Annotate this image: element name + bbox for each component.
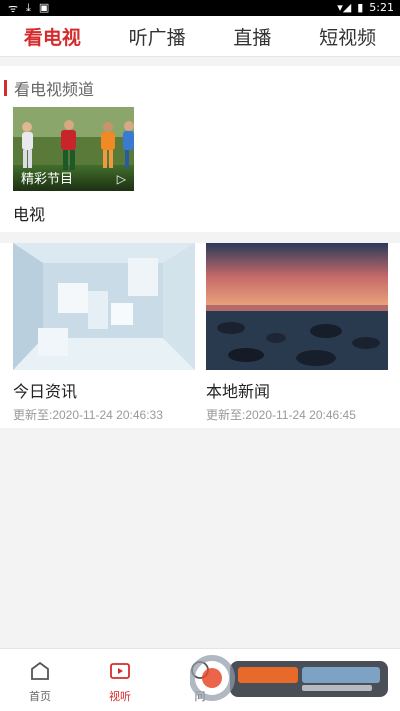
battery-icon: ▮ [357, 1, 364, 14]
status-bar: ᯤ ⤓ ▣ ▾◢ ▮ 5:21 [0, 0, 400, 16]
news-image-local[interactable] [206, 243, 388, 370]
play-icon[interactable]: ▷ [117, 172, 126, 186]
news-updated-time: 更新至:2020-11-24 20:46:45 [206, 408, 356, 422]
site-watermark-logo [190, 655, 388, 701]
wifi-notification-icon: ᯤ [8, 2, 19, 15]
download-icon: ⤓ [26, 1, 31, 14]
channels-section: 看电视频道 精彩节目 ▷ 电视 [0, 66, 400, 232]
news-title: 本地新闻 [206, 382, 271, 401]
news-card-today[interactable]: 今日资讯 更新至:2020-11-24 20:46:33 [13, 243, 195, 423]
section-title: 看电视频道 [14, 80, 95, 99]
nav-home[interactable]: 首页 [0, 649, 80, 704]
section-accent-bar [4, 80, 7, 96]
news-section: 今日资讯 更新至:2020-11-24 20:46:33 本地新闻 更新至:20… [0, 243, 400, 428]
tab-radio[interactable]: 听广播 [123, 23, 192, 50]
news-image-today[interactable] [13, 243, 195, 370]
sunset-coast-image [206, 243, 388, 370]
channel-name: 电视 [13, 205, 46, 224]
news-updated-time: 更新至:2020-11-24 20:46:33 [13, 408, 163, 422]
nav-av-label: 视听 [109, 690, 131, 703]
section-header: 看电视频道 [4, 76, 94, 100]
news-card-local[interactable]: 本地新闻 更新至:2020-11-24 20:46:45 [206, 243, 388, 423]
thumbnail-caption: 精彩节目 [21, 172, 74, 187]
home-icon [31, 661, 49, 680]
channel-thumbnail[interactable]: 精彩节目 ▷ [13, 107, 134, 191]
channel-card-tv[interactable]: 精彩节目 ▷ 电视 [13, 107, 134, 225]
nav-home-label: 首页 [29, 690, 51, 703]
news-title: 今日资讯 [13, 382, 78, 401]
tv-icon [110, 663, 130, 679]
signal-icon: ▾◢ [337, 1, 352, 14]
nav-av[interactable]: 视听 [80, 649, 160, 704]
top-tab-bar: 看电视 听广播 直播 短视频 [0, 16, 400, 57]
app-notification-icon: ▣ [38, 1, 50, 14]
abstract-cubes-image [13, 243, 195, 370]
tab-short-video[interactable]: 短视频 [313, 23, 382, 50]
clock: 5:21 [369, 1, 394, 14]
tab-live[interactable]: 直播 [227, 23, 277, 50]
tab-watch-tv[interactable]: 看电视 [18, 23, 87, 50]
